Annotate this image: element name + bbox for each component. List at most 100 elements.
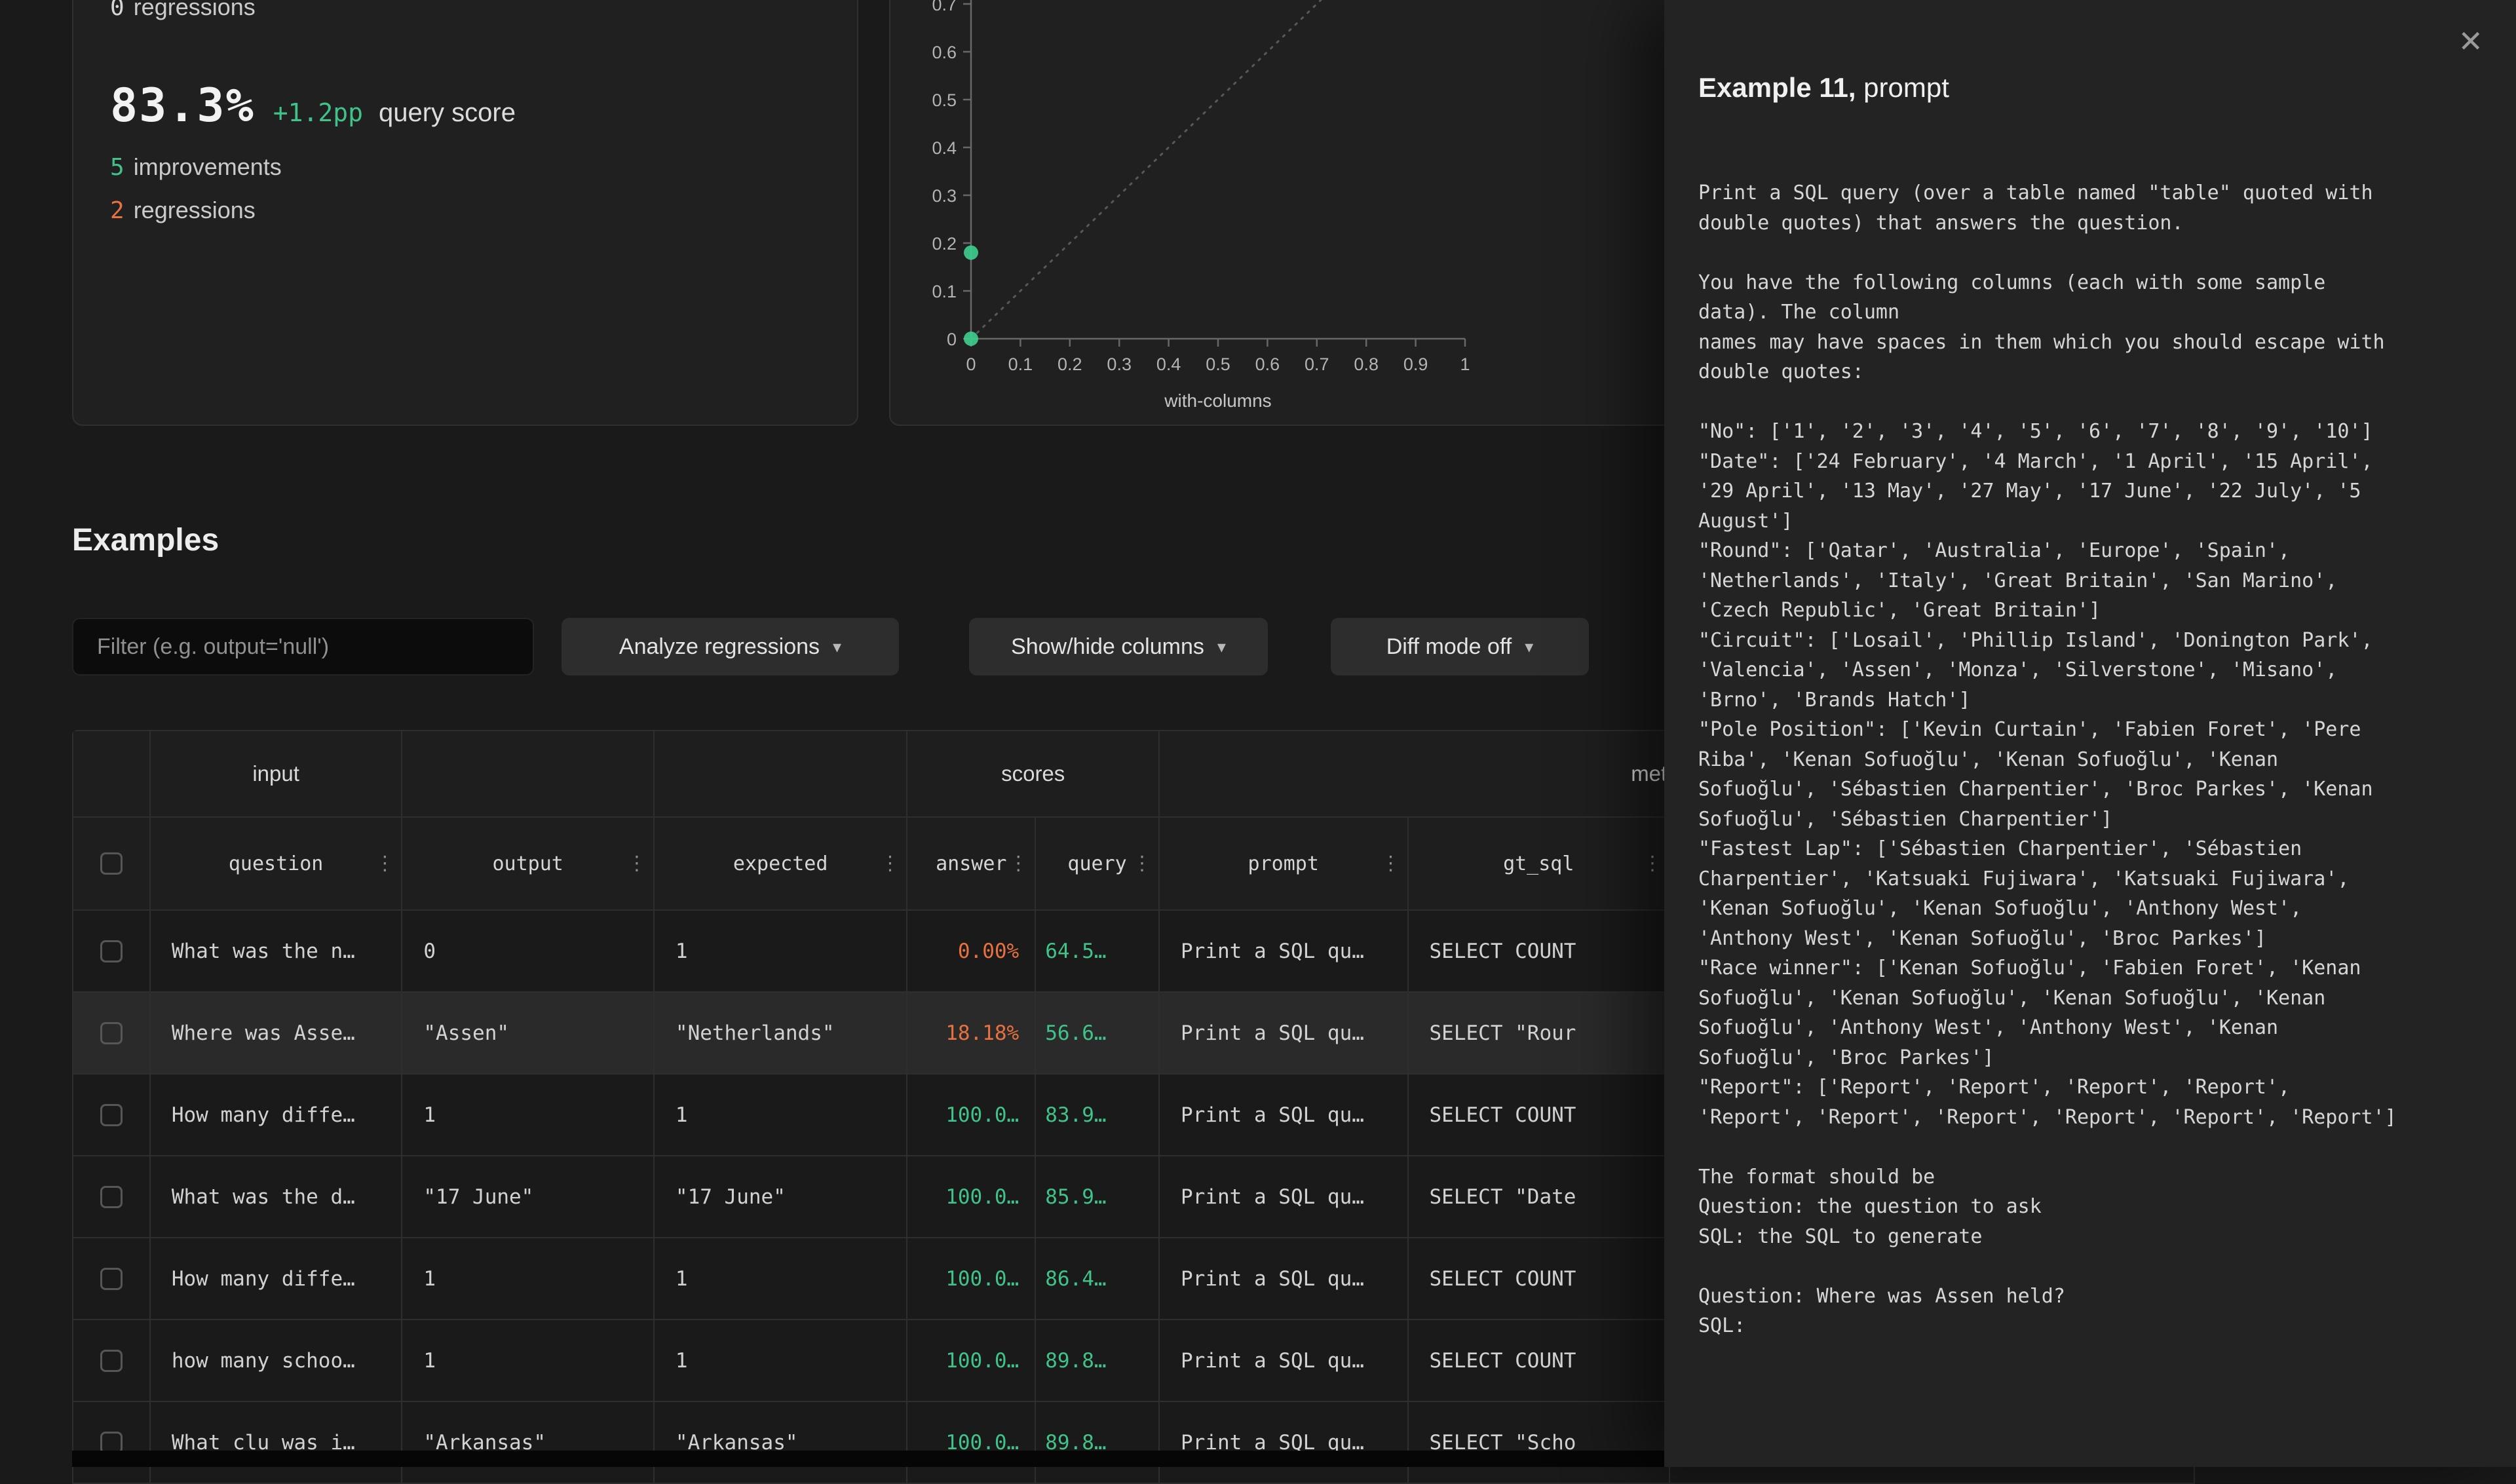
row-checkbox[interactable]	[100, 1186, 123, 1208]
cell-prompt[interactable]: Print a SQL qu…	[1160, 1320, 1409, 1401]
cell-output[interactable]: "17 June"	[402, 1156, 655, 1237]
x-tick-label: 0.8	[1354, 354, 1379, 374]
filter-input[interactable]	[72, 618, 534, 675]
cell-question[interactable]: How many diffe…	[151, 1075, 403, 1155]
cell-expected[interactable]: 1	[655, 911, 908, 991]
analyze-regressions-label: Analyze regressions	[619, 634, 820, 660]
cell-question[interactable]: How many diffe…	[151, 1238, 403, 1319]
group-header-spacer	[73, 731, 151, 816]
column-header-expected[interactable]: expected⋮	[655, 818, 908, 909]
cell-gt_sql[interactable]: SELECT COUNT	[1409, 1075, 1671, 1155]
cell-prompt[interactable]: Print a SQL qu…	[1160, 1075, 1409, 1155]
panel-title-example: Example 11,	[1698, 72, 1856, 103]
cell-query[interactable]: 86.4…	[1036, 1238, 1160, 1319]
cell-expected[interactable]: 1	[655, 1238, 908, 1319]
column-header-label: gt_sql	[1503, 852, 1574, 875]
show-hide-columns-button[interactable]: Show/hide columns ▾	[969, 618, 1268, 675]
select-all-checkbox[interactable]	[100, 852, 123, 875]
cell-output[interactable]: "Arkansas"	[402, 1402, 655, 1483]
row-checkbox[interactable]	[100, 1022, 123, 1044]
select-all-cell	[73, 818, 151, 909]
cell-prompt[interactable]: Print a SQL qu…	[1160, 1238, 1409, 1319]
cell-query[interactable]: 64.5…	[1036, 911, 1160, 991]
column-menu-icon[interactable]: ⋮	[627, 852, 647, 875]
cell-output[interactable]: 1	[402, 1075, 655, 1155]
prompt-text: Print a SQL query (over a table named "t…	[1698, 178, 2485, 1341]
cell-question[interactable]: Where was Asse…	[151, 993, 403, 1073]
diagonal-reference-line	[971, 0, 1416, 339]
cell-question[interactable]: What clu was i…	[151, 1402, 403, 1483]
cell-answer[interactable]: 18.18%	[907, 993, 1036, 1073]
column-header-query[interactable]: query⋮	[1036, 818, 1160, 909]
cell-gt_sql[interactable]: SELECT "Rour	[1409, 993, 1671, 1073]
column-menu-icon[interactable]: ⋮	[1381, 852, 1401, 875]
cell-question[interactable]: how many schoo…	[151, 1320, 403, 1401]
cell-gt_sql[interactable]: SELECT COUNT	[1409, 1238, 1671, 1319]
row-select-cell	[73, 1156, 151, 1237]
x-tick-label: 0	[966, 354, 976, 374]
y-tick-label: 0.5	[932, 90, 957, 110]
row-checkbox[interactable]	[100, 1104, 123, 1126]
column-menu-icon[interactable]: ⋮	[1008, 852, 1028, 875]
regressions-stat: 2 regressions	[110, 197, 256, 224]
row-checkbox[interactable]	[100, 940, 123, 962]
x-tick-label: 1	[1460, 354, 1470, 374]
cell-output[interactable]: 1	[402, 1238, 655, 1319]
cell-expected[interactable]: "Arkansas"	[655, 1402, 908, 1483]
y-tick-label: 0.6	[932, 43, 957, 62]
column-menu-icon[interactable]: ⋮	[1643, 852, 1662, 875]
cell-output[interactable]: 1	[402, 1320, 655, 1401]
prev-regressions-label: regressions	[134, 0, 256, 21]
x-tick-label: 0.5	[1206, 354, 1230, 374]
cell-answer[interactable]: 100.0…	[907, 1402, 1036, 1483]
cell-expected[interactable]: "Netherlands"	[655, 993, 908, 1073]
cell-gt_sql[interactable]: SELECT COUNT	[1409, 911, 1671, 991]
x-axis-label: with-columns	[1164, 390, 1271, 411]
column-header-gt_sql[interactable]: gt_sql ⋮	[1409, 818, 1671, 909]
examples-heading: Examples	[72, 522, 219, 558]
column-menu-icon[interactable]: ⋮	[375, 852, 394, 875]
analyze-regressions-button[interactable]: Analyze regressions ▾	[562, 618, 899, 675]
diff-mode-button[interactable]: Diff mode off ▾	[1331, 618, 1589, 675]
cell-answer[interactable]: 100.0…	[907, 1156, 1036, 1237]
row-checkbox[interactable]	[100, 1268, 123, 1290]
cell-query[interactable]: 89.8…	[1036, 1320, 1160, 1401]
column-header-question[interactable]: question⋮	[151, 818, 403, 909]
cell-query[interactable]: 89.8…	[1036, 1402, 1160, 1483]
cell-gt_sql[interactable]: SELECT COUNT	[1409, 1320, 1671, 1401]
prev-regressions-count: 0	[110, 0, 124, 21]
cell-question[interactable]: What was the d…	[151, 1156, 403, 1237]
cell-prompt[interactable]: Print a SQL qu…	[1160, 1402, 1409, 1483]
cell-query[interactable]: 56.6…	[1036, 993, 1160, 1073]
cell-gt_sql[interactable]: SELECT "Date	[1409, 1156, 1671, 1237]
column-header-output[interactable]: output⋮	[402, 818, 655, 909]
prev-regressions-stat: 0 regressions	[110, 0, 256, 21]
close-icon[interactable]: ✕	[2458, 26, 2483, 56]
cell-output[interactable]: 0	[402, 911, 655, 991]
cell-expected[interactable]: 1	[655, 1320, 908, 1401]
cell-answer[interactable]: 100.0…	[907, 1320, 1036, 1401]
row-checkbox[interactable]	[100, 1350, 123, 1372]
cell-answer[interactable]: 100.0…	[907, 1238, 1036, 1319]
cell-prompt[interactable]: Print a SQL qu…	[1160, 1156, 1409, 1237]
regressions-count: 2	[110, 197, 124, 224]
cell-prompt[interactable]: Print a SQL qu…	[1160, 911, 1409, 991]
improvements-label: improvements	[134, 153, 282, 181]
cell-output[interactable]: "Assen"	[402, 993, 655, 1073]
y-tick-label: 0	[947, 330, 957, 349]
column-menu-icon[interactable]: ⋮	[880, 852, 900, 875]
cell-expected[interactable]: 1	[655, 1075, 908, 1155]
cell-answer[interactable]: 0.00%	[907, 911, 1036, 991]
column-header-answer[interactable]: answer⋮	[907, 818, 1036, 909]
cell-question[interactable]: What was the n…	[151, 911, 403, 991]
horizontal-scrollbar[interactable]	[72, 1451, 1664, 1467]
chevron-down-icon: ▾	[1525, 638, 1533, 655]
cell-expected[interactable]: "17 June"	[655, 1156, 908, 1237]
column-header-prompt[interactable]: prompt⋮	[1160, 818, 1409, 909]
cell-prompt[interactable]: Print a SQL qu…	[1160, 993, 1409, 1073]
cell-gt_sql[interactable]: SELECT "Scho	[1409, 1402, 1671, 1483]
cell-query[interactable]: 85.9…	[1036, 1156, 1160, 1237]
cell-answer[interactable]: 100.0…	[907, 1075, 1036, 1155]
cell-query[interactable]: 83.9…	[1036, 1075, 1160, 1155]
column-menu-icon[interactable]: ⋮	[1132, 852, 1152, 875]
